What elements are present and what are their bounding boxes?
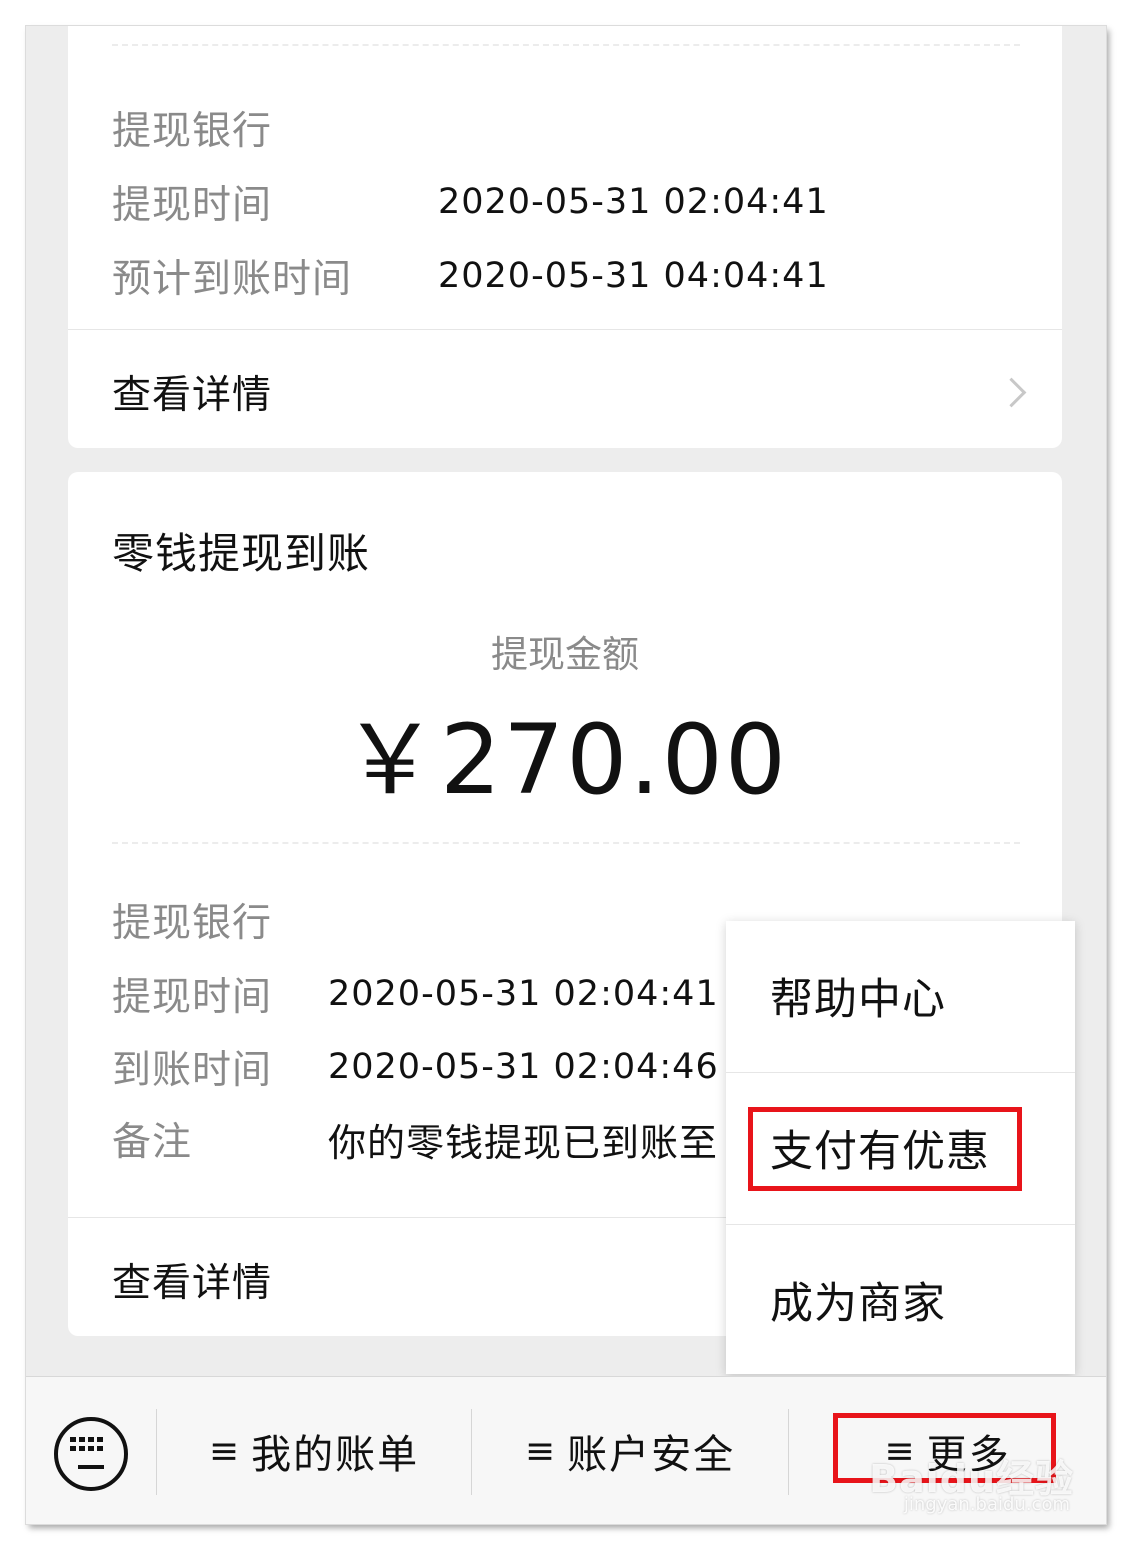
highlight-box-payment-offers (748, 1107, 1022, 1191)
row-value: 2020-05-31 04:04:41 (438, 256, 829, 296)
view-details-row[interactable]: 查看详情 (68, 330, 1062, 448)
card-title: 零钱提现到账 (112, 529, 371, 578)
tab-my-bills[interactable]: ≡ 我的账单 (157, 1377, 471, 1524)
row-label: 备注 (112, 1120, 193, 1165)
row-value: 2020-05-31 02:04:41 (328, 974, 719, 1014)
row-label: 提现时间 (112, 975, 273, 1020)
info-row-withdraw-time: 提现时间 2020-05-31 02:04:41 (112, 172, 828, 232)
menu-item-label: 帮助中心 (770, 975, 946, 1025)
info-row-remark: 备注 你的零钱提现已到账至 (112, 1109, 717, 1169)
row-label: 预计到账时间 (112, 257, 353, 302)
menu-item-become-merchant[interactable]: 成为商家 (726, 1225, 1075, 1375)
tab-label: 账户安全 (567, 1432, 736, 1478)
row-value: 2020-05-31 02:04:41 (438, 182, 829, 222)
menu-item-label: 成为商家 (770, 1279, 946, 1329)
screenshot-frame: 提现银行 提现时间 2020-05-31 02:04:41 预计到账时间 202… (26, 26, 1106, 1524)
view-details-label: 查看详情 (112, 373, 273, 418)
info-row-bank: 提现银行 (112, 890, 272, 950)
row-label: 提现银行 (112, 109, 273, 154)
withdrawal-card-previous: 提现银行 提现时间 2020-05-31 02:04:41 预计到账时间 202… (68, 26, 1062, 448)
keyboard-spacebar (78, 1465, 104, 1469)
tab-label: 我的账单 (251, 1432, 420, 1478)
info-row-arrival-time: 到账时间 2020-05-31 02:04:46 (112, 1037, 718, 1097)
row-value: 你的零钱提现已到账至 (328, 1120, 719, 1165)
row-label: 提现银行 (112, 901, 273, 946)
menu-icon: ≡ (208, 1430, 240, 1472)
info-row-withdraw-time: 提现时间 2020-05-31 02:04:41 (112, 964, 718, 1024)
info-row-bank: 提现银行 (112, 98, 272, 158)
row-label: 到账时间 (112, 1048, 273, 1093)
baidu-watermark-url: jingyan.baidu.com (903, 1494, 1070, 1515)
menu-icon: ≡ (524, 1430, 556, 1472)
tab-account-security[interactable]: ≡ 账户安全 (472, 1377, 788, 1524)
row-label: 提现时间 (112, 183, 273, 228)
dashed-divider (112, 44, 1020, 46)
chevron-right-icon (996, 377, 1027, 408)
view-details-label: 查看详情 (112, 1261, 273, 1306)
amount-value: ￥270.00 (342, 704, 788, 816)
menu-item-help-center[interactable]: 帮助中心 (726, 921, 1075, 1071)
keyboard-icon[interactable] (54, 1417, 128, 1491)
amount-label: 提现金额 (491, 633, 639, 676)
keyboard-keys (70, 1437, 104, 1463)
dashed-divider (112, 842, 1020, 844)
info-row-expected-time: 预计到账时间 2020-05-31 04:04:41 (112, 246, 828, 306)
row-value: 2020-05-31 02:04:46 (328, 1047, 719, 1087)
